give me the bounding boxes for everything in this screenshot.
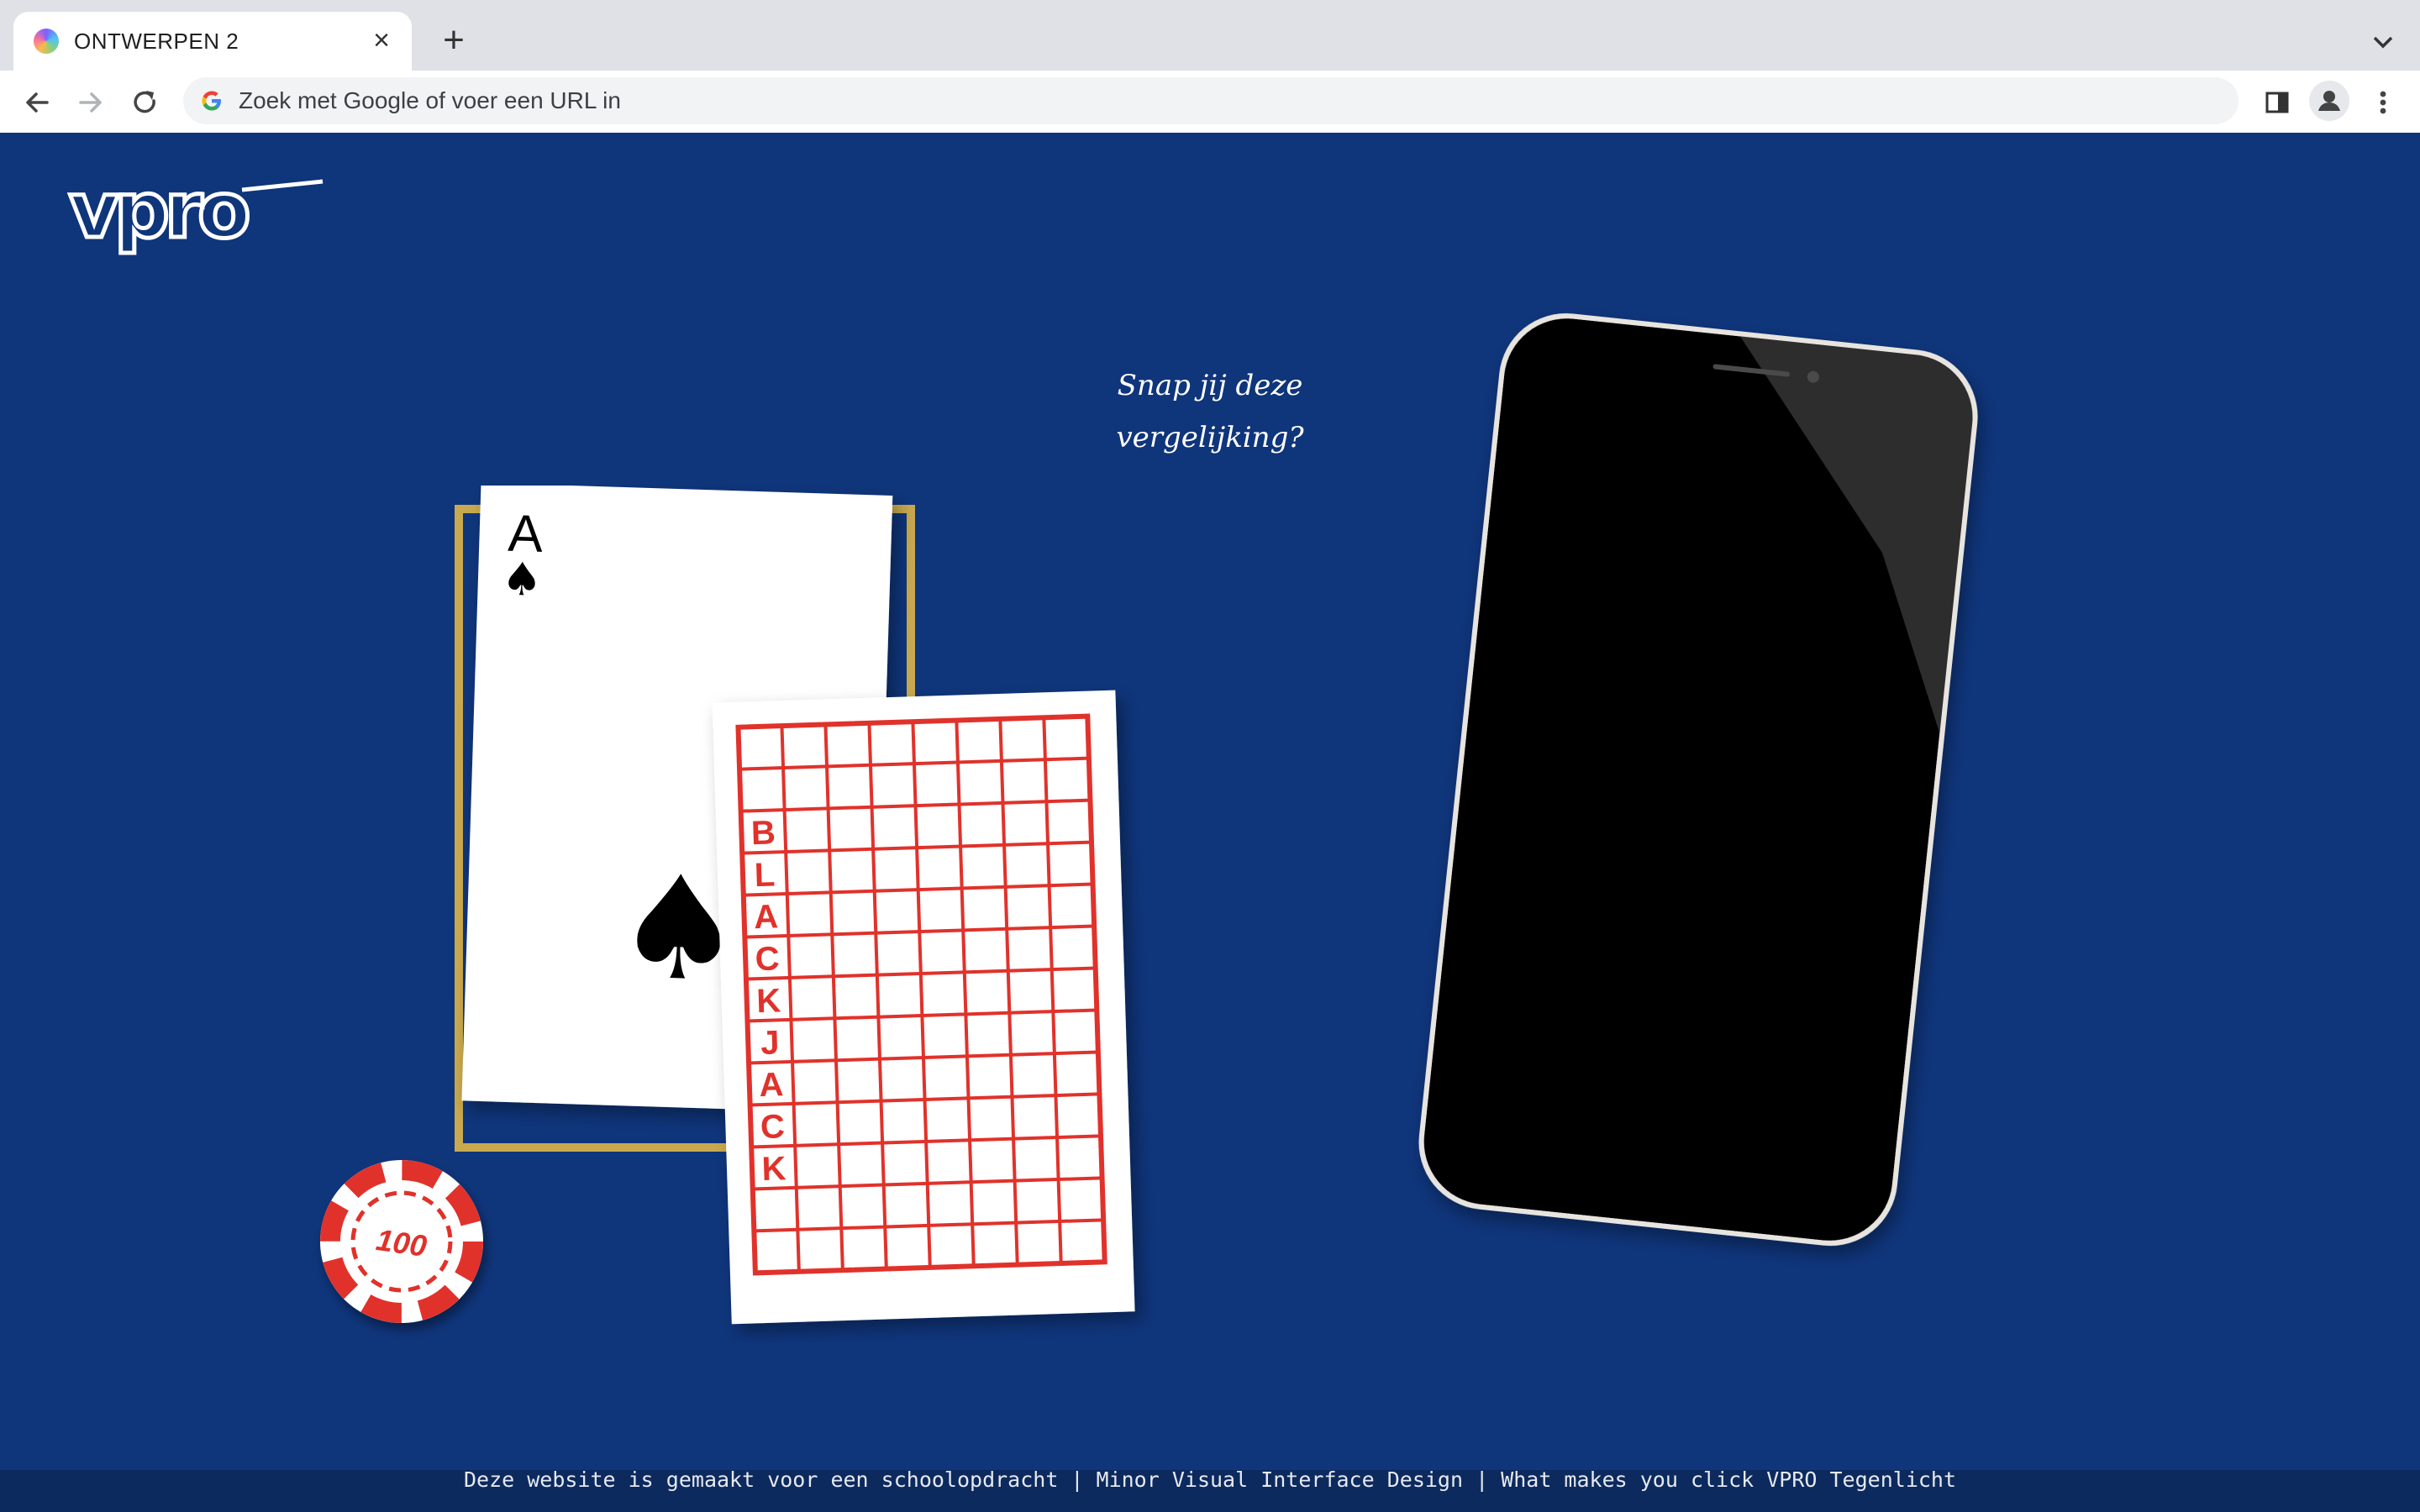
grid-letter: K: [756, 982, 781, 1020]
grid-letter: A: [753, 898, 778, 936]
browser-tab[interactable]: ONTWERPEN 2 ×: [13, 12, 412, 71]
address-bar[interactable]: [183, 77, 2238, 124]
grid-letter: C: [760, 1108, 785, 1146]
back-arrow-icon[interactable]: [18, 84, 55, 121]
more-vert-icon[interactable]: [2368, 84, 2398, 121]
reload-icon[interactable]: [126, 84, 163, 121]
person-icon: [2318, 91, 2340, 111]
grid-letter: K: [761, 1150, 786, 1188]
page-content: vpro Snap jij deze vergelijking? A ♠ ♠ B…: [0, 133, 2420, 1512]
caption-line-2: vergelijking?: [1116, 421, 1304, 454]
close-icon[interactable]: ×: [366, 25, 397, 55]
forward-arrow-icon[interactable]: [72, 84, 109, 121]
footer-bar: Deze website is gemaakt voor een schoolo…: [0, 1467, 2420, 1512]
side-panel-icon[interactable]: [2259, 84, 2296, 121]
url-input[interactable]: [239, 82, 2171, 119]
grid-letter: J: [760, 1024, 781, 1062]
grid-letter: A: [759, 1066, 784, 1104]
caption: Snap jij deze vergelijking?: [1092, 360, 1328, 464]
spade-small-icon: ♠: [501, 552, 543, 606]
google-g-icon: [202, 91, 221, 111]
tab-title: ONTWERPEN 2: [74, 29, 239, 54]
tab-strip: ONTWERPEN 2 × +: [0, 0, 2420, 71]
chip-value: 100: [374, 1222, 429, 1263]
chevron-down-icon[interactable]: [2366, 25, 2400, 59]
plus-icon[interactable]: +: [437, 22, 471, 59]
grid-letter: L: [754, 856, 776, 894]
playing-cards: A ♠ ♠ B L A C K J A C K: [455, 486, 1135, 1325]
grid-letter: C: [755, 940, 780, 978]
poker-chip[interactable]: 100: [309, 1149, 511, 1351]
blackjack-grid-card[interactable]: B L A C K J A C K: [712, 690, 1135, 1325]
smartphone-illustration[interactable]: [1395, 284, 2000, 1426]
caption-line-1: Snap jij deze: [1117, 369, 1303, 402]
profile-avatar-button[interactable]: [2309, 81, 2349, 121]
vpro-logo-text: vpro: [69, 178, 248, 255]
vpro-logo[interactable]: vpro: [66, 178, 326, 262]
footer-text: Deze website is gemaakt voor een schoolo…: [463, 1467, 1957, 1492]
chrome-favicon-icon: [34, 29, 59, 54]
browser-toolbar: [0, 71, 2420, 134]
grid-letter: B: [750, 814, 776, 852]
